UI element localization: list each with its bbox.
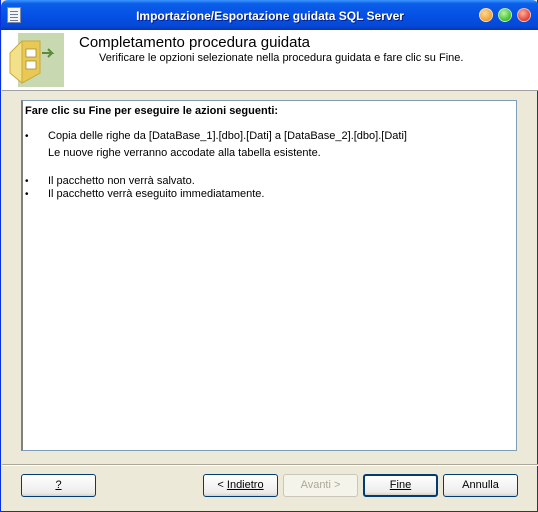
summary-item-copy: Copia delle righe da [DataBase_1].[dbo].… (48, 130, 407, 142)
maximize-button[interactable] (498, 8, 512, 22)
cancel-button[interactable]: Annulla (443, 474, 518, 497)
wizard-header: Completamento procedura guidata Verifica… (2, 30, 538, 91)
summary-item-not-saved: Il pacchetto non verrà salvato. (48, 175, 195, 187)
window-title: Importazione/Esportazione guidata SQL Se… (136, 9, 404, 23)
finish-button[interactable]: Fine (363, 474, 438, 497)
summary-panel[interactable]: Fare clic su Fine per eseguire le azioni… (21, 100, 517, 451)
help-button-label: ? (55, 479, 62, 491)
page-subtitle: Verificare le opzioni selezionate nella … (99, 52, 464, 64)
close-button[interactable] (517, 8, 531, 22)
bullet-icon: • (25, 131, 29, 142)
next-button[interactable]: Avanti > (283, 474, 358, 497)
minimize-button[interactable] (479, 8, 493, 22)
wizard-icon (9, 33, 64, 87)
wizard-window: Importazione/Esportazione guidata SQL Se… (0, 0, 538, 512)
summary-heading: Fare clic su Fine per eseguire le azioni… (25, 105, 279, 117)
cancel-button-label: Annulla (462, 479, 499, 491)
help-button[interactable]: ? (21, 474, 96, 497)
summary-item-run-now: Il pacchetto verrà eseguito immediatamen… (48, 188, 265, 200)
finish-button-label: Fine (389, 479, 412, 491)
back-button[interactable]: < Indietro (203, 474, 278, 497)
bullet-icon: • (25, 176, 29, 187)
back-button-prefix: < (217, 479, 227, 491)
summary-item-append: Le nuove righe verranno accodate alla ta… (48, 147, 321, 159)
page-title: Completamento procedura guidata (79, 34, 310, 51)
next-button-label: Avanti > (300, 479, 341, 491)
button-divider (2, 464, 538, 466)
bullet-icon: • (25, 189, 29, 200)
title-bar[interactable]: Importazione/Esportazione guidata SQL Se… (1, 0, 538, 30)
back-button-label: Indietro (226, 479, 264, 491)
